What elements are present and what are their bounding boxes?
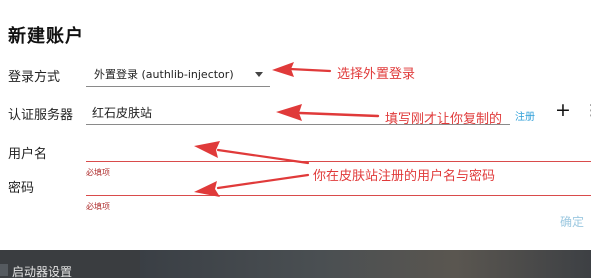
username-input[interactable] [86, 135, 591, 162]
annotation-arrows [194, 62, 380, 197]
username-label: 用户名 [8, 147, 48, 162]
password-required-hint: 必填项 [86, 202, 110, 211]
more-icon[interactable]: ⋮ [584, 101, 591, 120]
annotation-auth-server: 填写刚才让你复制的 [385, 112, 503, 127]
dialog-title: 新建账户 [8, 26, 84, 47]
password-label: 密码 [8, 181, 35, 196]
new-account-dialog: 新建账户 登录方式 外置登录 (authlib-injector) 认证服务器 … [0, 0, 591, 250]
login-method-value: 外置登录 (authlib-injector) [94, 68, 234, 81]
auth-server-value: 红石皮肤站 [92, 106, 153, 120]
annotation-credentials: 你在皮肤站注册的用户名与密码 [313, 169, 496, 184]
login-method-label: 登录方式 [8, 70, 61, 85]
login-method-select[interactable]: 外置登录 (authlib-injector) [86, 58, 270, 87]
settings-icon [0, 264, 8, 276]
arrow-login-method [288, 67, 332, 73]
confirm-button[interactable]: 确定 [560, 213, 584, 230]
register-link[interactable]: 注册 [515, 108, 535, 123]
launcher-settings-label[interactable]: 启动器设置 [12, 263, 72, 278]
add-server-icon[interactable]: + [555, 101, 571, 120]
arrowhead-login-method [272, 62, 294, 77]
chevron-down-icon [255, 72, 263, 77]
background-image [140, 250, 591, 278]
bottom-bar: 启动器设置 [0, 250, 591, 278]
auth-server-label: 认证服务器 [8, 108, 74, 123]
annotation-login-method: 选择外置登录 [337, 67, 416, 82]
